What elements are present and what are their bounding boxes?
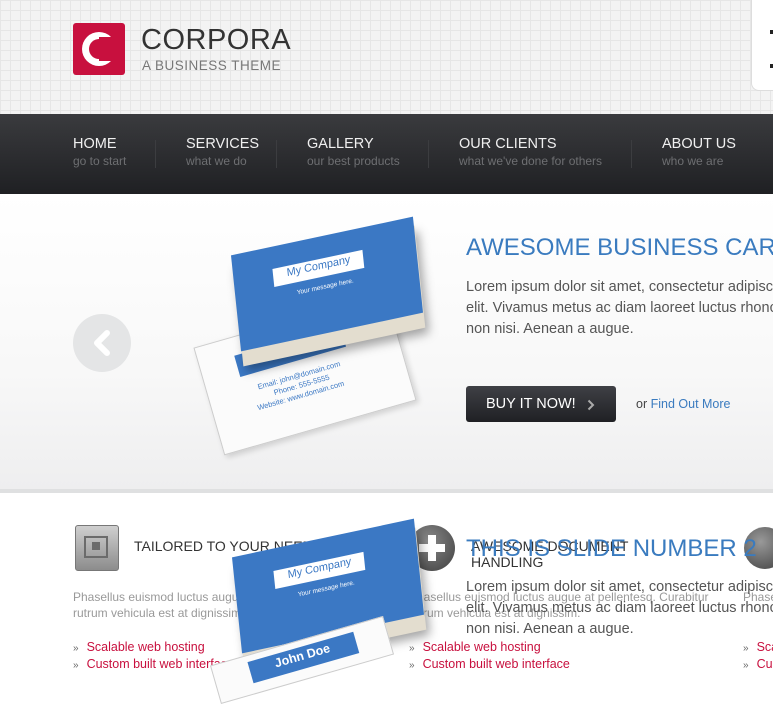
main-nav: HOME go to start SERVICES what we do GAL… bbox=[0, 114, 773, 194]
corner-widget[interactable] bbox=[751, 0, 773, 91]
slider-divider bbox=[0, 489, 773, 493]
slide2-text: Lorem ipsum dolor sit amet, consectetur … bbox=[466, 579, 773, 637]
logo-name[interactable]: CORPORA bbox=[141, 24, 291, 57]
bullet-icon: » bbox=[743, 643, 749, 654]
feature-link[interactable]: » Scalable bbox=[743, 640, 773, 657]
slide-text: Lorem ipsum dolor sit amet, consectetur … bbox=[466, 279, 773, 337]
nav-item-about-us[interactable]: ABOUT US who we are bbox=[662, 136, 736, 168]
nav-item-gallery[interactable]: GALLERY our best products bbox=[307, 136, 400, 168]
nav-sublabel: who we are bbox=[662, 154, 724, 168]
nav-label: SERVICES bbox=[186, 136, 260, 152]
nav-divider bbox=[631, 140, 632, 168]
bullet-icon: » bbox=[409, 660, 415, 671]
feature-link-label: Scalable web hosting bbox=[86, 640, 205, 654]
nav-label: ABOUT US bbox=[662, 136, 736, 152]
nav-divider bbox=[155, 140, 156, 168]
nav-sublabel: our best products bbox=[307, 154, 400, 168]
find-out-more-link[interactable]: Find Out More bbox=[651, 397, 731, 411]
feature-link[interactable]: » Scalable web hosting bbox=[409, 640, 570, 657]
feature-link-label: Scalable web hosting bbox=[422, 640, 541, 654]
feature-link[interactable]: » Scalable web hosting bbox=[73, 640, 234, 657]
find-out-more-line: or Find Out More bbox=[636, 397, 731, 411]
nav-sublabel: what we've done for others bbox=[459, 154, 603, 168]
chevron-right-icon bbox=[587, 399, 595, 411]
nav-divider bbox=[276, 140, 277, 168]
nav-item-services[interactable]: SERVICES what we do bbox=[186, 136, 259, 168]
bullet-icon: » bbox=[73, 660, 79, 671]
bullet-icon: » bbox=[743, 660, 749, 671]
nav-sublabel: go to start bbox=[73, 154, 127, 168]
nav-sublabel: what we do bbox=[186, 154, 247, 168]
logo-icon[interactable] bbox=[73, 23, 125, 75]
feature-link[interactable]: » Custom built web interface bbox=[409, 657, 570, 674]
buy-now-label: BUY IT NOW! bbox=[486, 396, 576, 412]
logo-tagline: A BUSINESS THEME bbox=[142, 58, 282, 73]
nav-label: HOME bbox=[73, 136, 117, 152]
feature-link[interactable]: » Cu bbox=[743, 657, 773, 674]
chevron-left-icon bbox=[94, 330, 110, 356]
feature-link-label: Scalable bbox=[756, 640, 773, 654]
or-text: or bbox=[636, 397, 648, 411]
nav-label: OUR CLIENTS bbox=[459, 136, 557, 152]
slide-title: AWESOME BUSINESS CARDS bbox=[466, 234, 773, 261]
nav-divider bbox=[428, 140, 429, 168]
nav-item-home[interactable]: HOME go to start bbox=[73, 136, 126, 168]
site-header: CORPORA A BUSINESS THEME bbox=[0, 0, 773, 114]
slide2-title: THIS IS SLIDE NUMBER 2 bbox=[466, 535, 757, 562]
bullet-icon: » bbox=[409, 643, 415, 654]
nav-label: GALLERY bbox=[307, 136, 374, 152]
nav-item-our-clients[interactable]: OUR CLIENTS what we've done for others bbox=[459, 136, 602, 168]
buy-now-button[interactable]: BUY IT NOW! bbox=[466, 386, 616, 422]
bullet-icon: » bbox=[73, 643, 79, 654]
archive-box-icon bbox=[75, 525, 119, 571]
slider-prev-button[interactable] bbox=[73, 314, 131, 372]
